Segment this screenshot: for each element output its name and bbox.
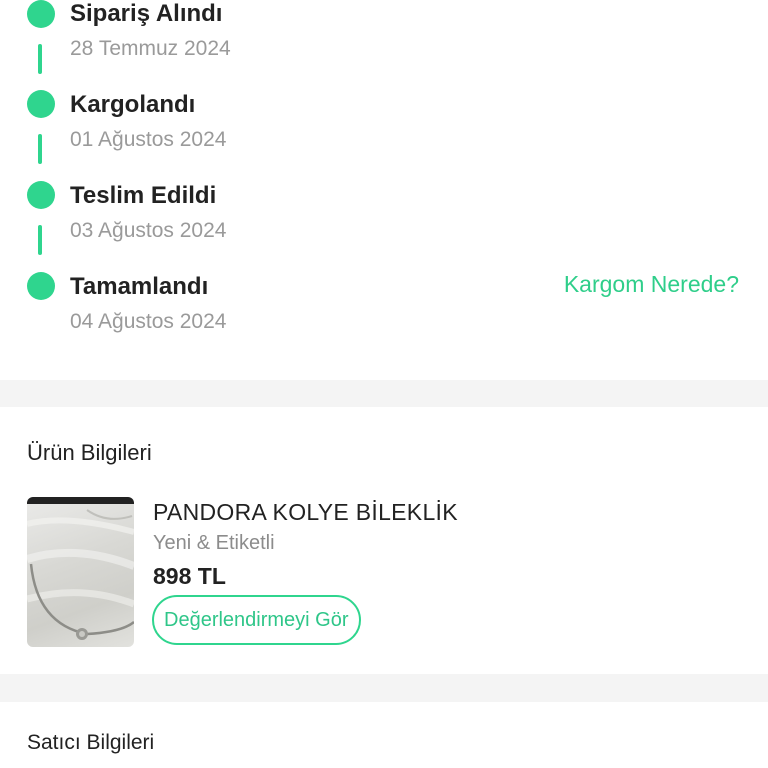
step-title: Kargolandı [70, 91, 196, 118]
status-dot-icon [27, 0, 55, 28]
order-detail-page: Sipariş Alındı 28 Temmuz 2024 Kargolandı… [0, 0, 768, 768]
product-section-title: Ürün Bilgileri [27, 440, 152, 465]
product-image[interactable] [27, 497, 134, 647]
status-dot-icon [27, 181, 55, 209]
order-status-timeline: Sipariş Alındı 28 Temmuz 2024 Kargolandı… [0, 0, 768, 380]
step-title: Teslim Edildi [70, 182, 217, 209]
status-dot-icon [27, 90, 55, 118]
timeline-step-order-received: Sipariş Alındı 28 Temmuz 2024 [0, 0, 768, 70]
step-date: 01 Ağustos 2024 [70, 128, 227, 151]
timeline-connector [38, 134, 42, 164]
timeline-connector [38, 44, 42, 74]
necklace-image-icon [27, 509, 134, 640]
step-title: Sipariş Alındı [70, 0, 223, 27]
status-dot-icon [27, 272, 55, 300]
timeline-step-shipped: Kargolandı 01 Ağustos 2024 [0, 90, 768, 160]
section-divider [0, 380, 768, 407]
product-price: 898 TL [153, 563, 226, 589]
product-condition: Yeni & Etiketli [153, 532, 275, 554]
timeline-step-delivered: Teslim Edildi 03 Ağustos 2024 [0, 181, 768, 251]
view-review-button[interactable]: Değerlendirmeyi Gör [152, 595, 361, 645]
section-divider [0, 674, 768, 702]
step-date: 03 Ağustos 2024 [70, 219, 227, 242]
step-date: 04 Ağustos 2024 [70, 310, 227, 333]
step-date: 28 Temmuz 2024 [70, 37, 231, 60]
step-title: Tamamlandı [70, 273, 209, 300]
track-shipment-link[interactable]: Kargom Nerede? [564, 271, 739, 298]
seller-section-title: Satıcı Bilgileri [27, 731, 155, 754]
product-name[interactable]: PANDORA KOLYE BİLEKLİK [153, 499, 458, 526]
timeline-connector [38, 225, 42, 255]
